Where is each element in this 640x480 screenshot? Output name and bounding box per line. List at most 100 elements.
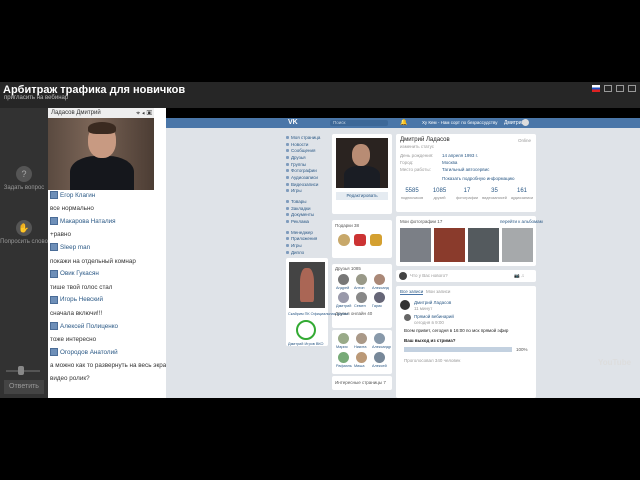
vk-nav-item[interactable]: Новости <box>286 141 332 148</box>
vk-nav-item[interactable]: Товары <box>286 198 332 205</box>
ask-question-button[interactable]: ? Задать вопрос <box>0 166 48 191</box>
chat-author[interactable]: Игорь Невский <box>50 295 103 305</box>
friend-avatar[interactable] <box>356 333 367 344</box>
sound-icon[interactable]: ◂ <box>142 110 145 117</box>
chat-author[interactable]: Огородов Анатолий <box>50 347 118 357</box>
vk-nav-item[interactable]: Сообщения <box>286 147 332 154</box>
chat-author-name[interactable]: Огородов Анатолий <box>60 349 118 356</box>
youtube-watermark[interactable]: YouTube <box>598 358 631 367</box>
vk-nav-item[interactable]: Фотографии <box>286 167 332 174</box>
friend-name[interactable]: Никита <box>354 345 366 349</box>
gift-icon[interactable] <box>370 234 382 246</box>
invite-link[interactable]: пригласить на вебинар <box>4 95 68 101</box>
friend-avatar[interactable] <box>338 333 349 344</box>
stat-count[interactable]: 17 <box>453 188 481 194</box>
location-icon[interactable]: ⌖ <box>136 110 140 117</box>
repost-source[interactable]: Прямой вебинарий <box>414 314 454 319</box>
field-value[interactable]: Москва <box>442 160 457 165</box>
friend-name[interactable]: Антон <box>354 286 365 290</box>
edit-profile-button[interactable]: Редактировать <box>336 192 388 200</box>
chat-author-name[interactable]: Егор Клагин <box>60 192 95 199</box>
friend-name[interactable]: Дмитрий <box>336 304 351 308</box>
friend-avatar[interactable] <box>338 352 349 363</box>
minimize-icon[interactable] <box>604 85 612 92</box>
friend-avatar[interactable] <box>374 352 385 363</box>
gift-icon[interactable] <box>338 234 350 246</box>
friend-name[interactable]: Алексей <box>372 364 387 368</box>
post-author-avatar[interactable] <box>400 300 410 310</box>
vk-nav-item[interactable]: Игры <box>286 242 332 249</box>
interesting-pages-title[interactable]: Интересные страницы 7 <box>335 380 386 385</box>
post-author[interactable]: Дмитрий Ладасов <box>414 300 451 305</box>
presenter-video[interactable]: Ладасов Дмитрий ⌖ ◂ ▣ <box>48 108 154 190</box>
friend-avatar[interactable] <box>374 333 385 344</box>
friend-name[interactable]: Миша <box>354 364 364 368</box>
field-value[interactable]: 14 апреля 1993 г. <box>442 153 478 158</box>
vk-nav-item[interactable]: Документы <box>286 212 332 219</box>
vk-nav-item[interactable]: Менеджер <box>286 229 332 236</box>
vk-nav-item[interactable]: Моя страница <box>286 134 332 141</box>
friend-name[interactable]: Семен <box>354 304 366 308</box>
language-flag-icon[interactable] <box>592 85 600 92</box>
friend-name[interactable]: Александ <box>372 286 389 290</box>
chat-author-name[interactable]: Sleep man <box>60 244 90 251</box>
vk-nav-item[interactable]: Игры <box>286 188 332 195</box>
chat-author[interactable]: Макарова Наталия <box>50 216 116 226</box>
stat-count[interactable]: 5585 <box>398 188 426 194</box>
chat-author[interactable]: Алексей Полиценко <box>50 321 118 331</box>
friend-avatar[interactable] <box>356 292 367 303</box>
friends-title[interactable]: Друзья 1085 <box>335 266 361 271</box>
friend-name[interactable]: Александр <box>372 345 391 349</box>
expand-icon[interactable]: ▣ <box>147 110 152 117</box>
vk-nav-item[interactable]: Видеозаписи <box>286 181 332 188</box>
friend-avatar[interactable] <box>374 292 385 303</box>
stat-count[interactable]: 35 <box>481 188 509 194</box>
vk-logo[interactable]: VK <box>288 119 298 126</box>
fullscreen-icon[interactable] <box>616 85 624 92</box>
chat-author[interactable]: Овик Гукасян <box>50 269 99 279</box>
post-time[interactable]: 11 минут <box>414 306 432 311</box>
profile-status[interactable]: изменить статус <box>400 144 434 149</box>
tab-my-posts[interactable]: Мои записи <box>426 289 450 294</box>
chat-author-name[interactable]: Игорь Невский <box>60 296 103 303</box>
community-caption[interactable]: Скайрим ПК Официальная группа <box>288 312 348 316</box>
friend-name[interactable]: Рафаэль <box>336 364 352 368</box>
vk-nav-item[interactable]: Приложения <box>286 236 332 243</box>
attach-icons[interactable]: 📷 ♫ <box>514 273 524 279</box>
chat-author-name[interactable]: Овик Гукасян <box>60 270 99 277</box>
sub-community-icon[interactable] <box>296 320 316 340</box>
friend-name[interactable]: Андрей <box>336 286 349 290</box>
bell-icon[interactable]: 🔔 <box>400 119 407 126</box>
albums-link[interactable]: перейти к альбомам <box>500 219 543 224</box>
photo-thumb[interactable] <box>434 228 465 262</box>
friend-name[interactable]: Мария <box>336 345 348 349</box>
volume-slider-knob[interactable] <box>18 366 24 375</box>
friend-avatar[interactable] <box>356 274 367 285</box>
new-post-input[interactable]: Что у Вас нового? <box>410 273 448 278</box>
show-more-link[interactable]: Показать подробную информацию <box>442 176 515 181</box>
photo-thumb[interactable] <box>400 228 431 262</box>
friend-name[interactable]: Гарик <box>372 304 382 308</box>
photos-title[interactable]: Мои фотографии 17 <box>400 219 442 224</box>
vk-nav-item[interactable]: Реклама <box>286 218 332 225</box>
gifts-title[interactable]: Подарки 38 <box>335 223 359 228</box>
vk-nav-item[interactable]: Закладки <box>286 205 332 212</box>
friend-avatar[interactable] <box>338 274 349 285</box>
friend-avatar[interactable] <box>338 292 349 303</box>
stat-count[interactable]: 1085 <box>426 188 454 194</box>
friend-avatar[interactable] <box>374 274 385 285</box>
vk-nav-item[interactable]: Группы <box>286 161 332 168</box>
vk-nav-item[interactable]: Дипло <box>286 249 332 256</box>
video-controls[interactable]: ⌖ ◂ ▣ <box>136 109 152 119</box>
chat-author-name[interactable]: Макарова Наталия <box>60 218 116 225</box>
photo-thumb[interactable] <box>468 228 499 262</box>
user-avatar-icon[interactable] <box>522 119 529 126</box>
chat-author-name[interactable]: Алексей Полиценко <box>60 323 118 330</box>
settings-icon[interactable] <box>628 85 636 92</box>
raise-hand-button[interactable]: ✋ Попросить слово <box>0 220 48 245</box>
repost-avatar[interactable] <box>404 314 411 321</box>
stat-count[interactable]: 161 <box>508 188 536 194</box>
music-player[interactable]: Ху Кем - Нам сорт по безрассудству <box>422 120 498 125</box>
gift-icon[interactable] <box>354 234 366 246</box>
vk-nav-item[interactable]: Аудиозаписи <box>286 174 332 181</box>
